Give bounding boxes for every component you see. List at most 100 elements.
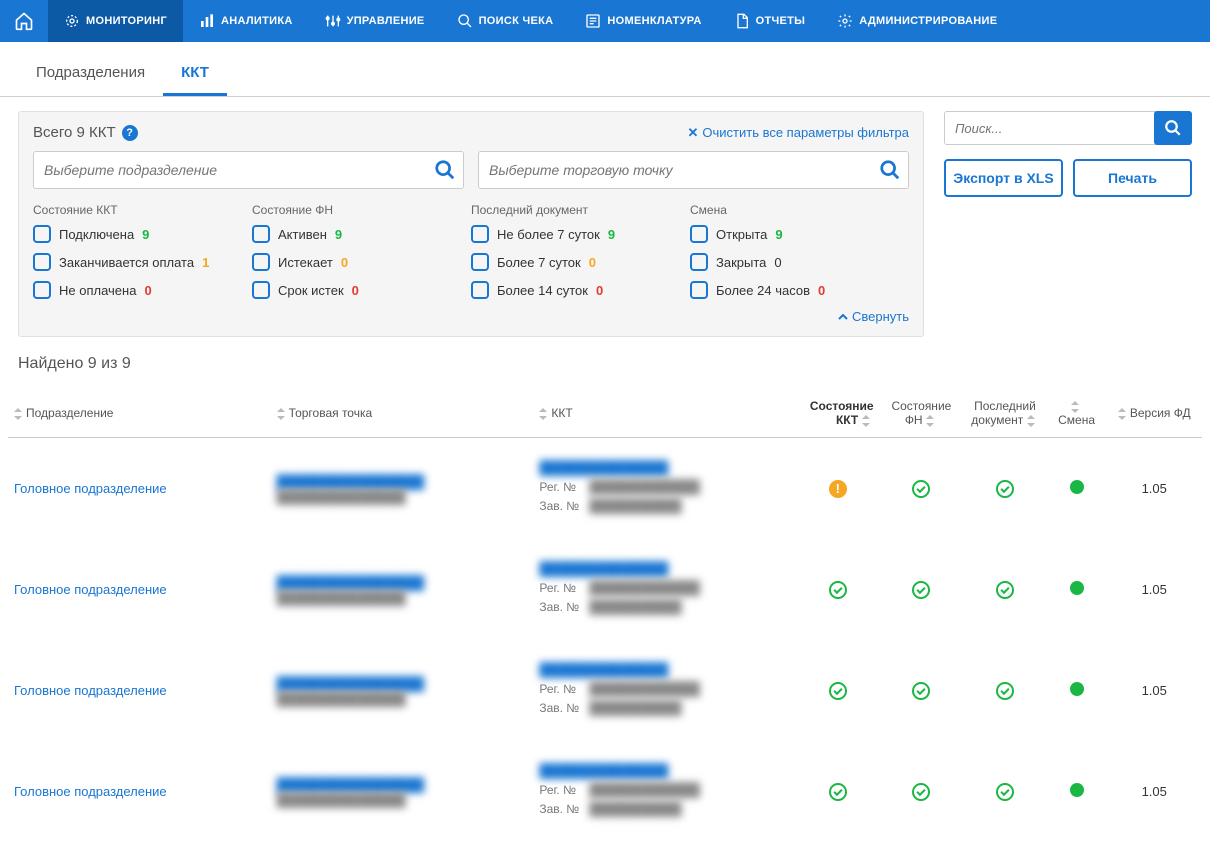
reg-no-value: ████████████ <box>589 782 700 797</box>
global-search-input[interactable] <box>944 111 1156 145</box>
filter-option-label: Подключена <box>59 227 134 242</box>
department-link[interactable]: Головное подразделение <box>14 683 167 698</box>
kkt-link[interactable]: ██████████████ <box>539 662 790 677</box>
chevron-up-icon <box>838 312 848 322</box>
kkt-link[interactable]: ██████████████ <box>539 460 790 475</box>
filter-option[interactable]: Более 14 суток 0 <box>471 281 690 299</box>
nav-management[interactable]: УПРАВЛЕНИЕ <box>309 0 441 42</box>
checkbox[interactable] <box>252 225 270 243</box>
zav-no-label: Зав. № <box>539 499 589 513</box>
zav-no-value: ██████████ <box>589 700 681 715</box>
filter-option-label: Активен <box>278 227 327 242</box>
filter-option[interactable]: Подключена 9 <box>33 225 252 243</box>
point-link[interactable]: ████████████████ <box>277 777 528 792</box>
search-icon[interactable] <box>879 159 901 181</box>
reg-no-value: ████████████ <box>589 681 700 696</box>
col-shift[interactable]: Смена <box>1047 391 1107 438</box>
point-link[interactable]: ████████████████ <box>277 575 528 590</box>
col-fd-version[interactable]: Версия ФД <box>1106 391 1202 438</box>
collapse-link[interactable]: Свернуть <box>838 309 909 324</box>
filter-option[interactable]: Заканчивается оплата 1 <box>33 253 252 271</box>
nav-home[interactable] <box>0 0 48 42</box>
checkbox[interactable] <box>690 281 708 299</box>
status-ok-icon <box>912 581 930 599</box>
filter-option-count: 0 <box>341 255 348 270</box>
checkbox[interactable] <box>252 253 270 271</box>
filter-group-title: Состояние ККТ <box>33 203 252 217</box>
checkbox[interactable] <box>33 253 51 271</box>
checkbox[interactable] <box>33 225 51 243</box>
filter-option[interactable]: Истекает 0 <box>252 253 471 271</box>
status-ok-icon <box>996 783 1014 801</box>
filter-option[interactable]: Активен 9 <box>252 225 471 243</box>
nav-label: ПОИСК ЧЕКА <box>479 15 554 27</box>
filter-option[interactable]: Закрыта 0 <box>690 253 909 271</box>
fd-version: 1.05 <box>1106 438 1202 540</box>
filter-option-count: 0 <box>144 283 151 298</box>
filter-option[interactable]: Не оплачена 0 <box>33 281 252 299</box>
zav-no-label: Зав. № <box>539 701 589 715</box>
department-link[interactable]: Головное подразделение <box>14 784 167 799</box>
col-last-doc[interactable]: Последний документ <box>963 391 1047 438</box>
nav-nomenclature[interactable]: НОМЕНКЛАТУРА <box>569 0 717 42</box>
filter-option[interactable]: Срок истек 0 <box>252 281 471 299</box>
zav-no-value: ██████████ <box>589 599 681 614</box>
filter-option[interactable]: Более 7 суток 0 <box>471 253 690 271</box>
export-xls-button[interactable]: Экспорт в XLS <box>944 159 1063 197</box>
department-search[interactable] <box>33 151 464 189</box>
clear-filters-link[interactable]: ✕ Очистить все параметры фильтра <box>687 125 909 141</box>
gear-icon <box>837 13 853 29</box>
checkbox[interactable] <box>471 253 489 271</box>
col-department[interactable]: Подразделение <box>8 391 271 438</box>
filter-group-title: Смена <box>690 203 909 217</box>
nav-analytics[interactable]: АНАЛИТИКА <box>183 0 309 42</box>
checkbox[interactable] <box>471 281 489 299</box>
col-kkt-state[interactable]: Состояние ККТ <box>796 391 880 438</box>
reg-no-label: Рег. № <box>539 682 589 696</box>
filter-option[interactable]: Открыта 9 <box>690 225 909 243</box>
status-ok-icon <box>829 581 847 599</box>
department-link[interactable]: Головное подразделение <box>14 481 167 496</box>
tab-kkt[interactable]: ККТ <box>163 50 227 96</box>
search-icon[interactable] <box>434 159 456 181</box>
nav-search-receipt[interactable]: ПОИСК ЧЕКА <box>441 0 570 42</box>
zav-no-value: ██████████ <box>589 801 681 816</box>
checkbox[interactable] <box>33 281 51 299</box>
filter-option[interactable]: Не более 7 суток 9 <box>471 225 690 243</box>
nav-reports[interactable]: ОТЧЕТЫ <box>718 0 822 42</box>
checkbox[interactable] <box>471 225 489 243</box>
global-search-button[interactable] <box>1154 111 1192 145</box>
kkt-link[interactable]: ██████████████ <box>539 561 790 576</box>
help-icon[interactable]: ? <box>122 125 138 141</box>
filter-group: Последний документНе более 7 суток 9Боле… <box>471 203 690 324</box>
tab-departments[interactable]: Подразделения <box>18 50 163 96</box>
col-point[interactable]: Торговая точка <box>271 391 534 438</box>
nav-admin[interactable]: АДМИНИСТРИРОВАНИЕ <box>821 0 1013 42</box>
checkbox[interactable] <box>252 281 270 299</box>
col-kkt[interactable]: ККТ <box>533 391 796 438</box>
filter-group: Состояние ККТ Подключена 9 Заканчивается о… <box>33 203 252 324</box>
filter-option-count: 0 <box>596 283 603 298</box>
checkbox[interactable] <box>690 253 708 271</box>
point-search[interactable] <box>478 151 909 189</box>
fd-version: 1.05 <box>1106 640 1202 741</box>
nav-label: АНАЛИТИКА <box>221 15 293 27</box>
filter-option-label: Более 24 часов <box>716 283 810 298</box>
department-link[interactable]: Головное подразделение <box>14 582 167 597</box>
checkbox[interactable] <box>690 225 708 243</box>
sliders-icon <box>325 13 341 29</box>
department-input[interactable] <box>33 151 464 189</box>
total-kkt-label: Всего 9 ККТ ? <box>33 124 138 141</box>
filter-option[interactable]: Более 24 часов 0 <box>690 281 909 299</box>
print-button[interactable]: Печать <box>1073 159 1192 197</box>
status-ok-icon <box>912 783 930 801</box>
point-address: ██████████████ <box>277 691 528 706</box>
nav-monitoring[interactable]: МОНИТОРИНГ <box>48 0 183 42</box>
point-link[interactable]: ████████████████ <box>277 474 528 489</box>
col-fn-state[interactable]: Состояние ФН <box>880 391 964 438</box>
kkt-link[interactable]: ██████████████ <box>539 763 790 778</box>
status-ok-icon <box>996 480 1014 498</box>
fd-version: 1.05 <box>1106 539 1202 640</box>
point-input[interactable] <box>478 151 909 189</box>
point-link[interactable]: ████████████████ <box>277 676 528 691</box>
